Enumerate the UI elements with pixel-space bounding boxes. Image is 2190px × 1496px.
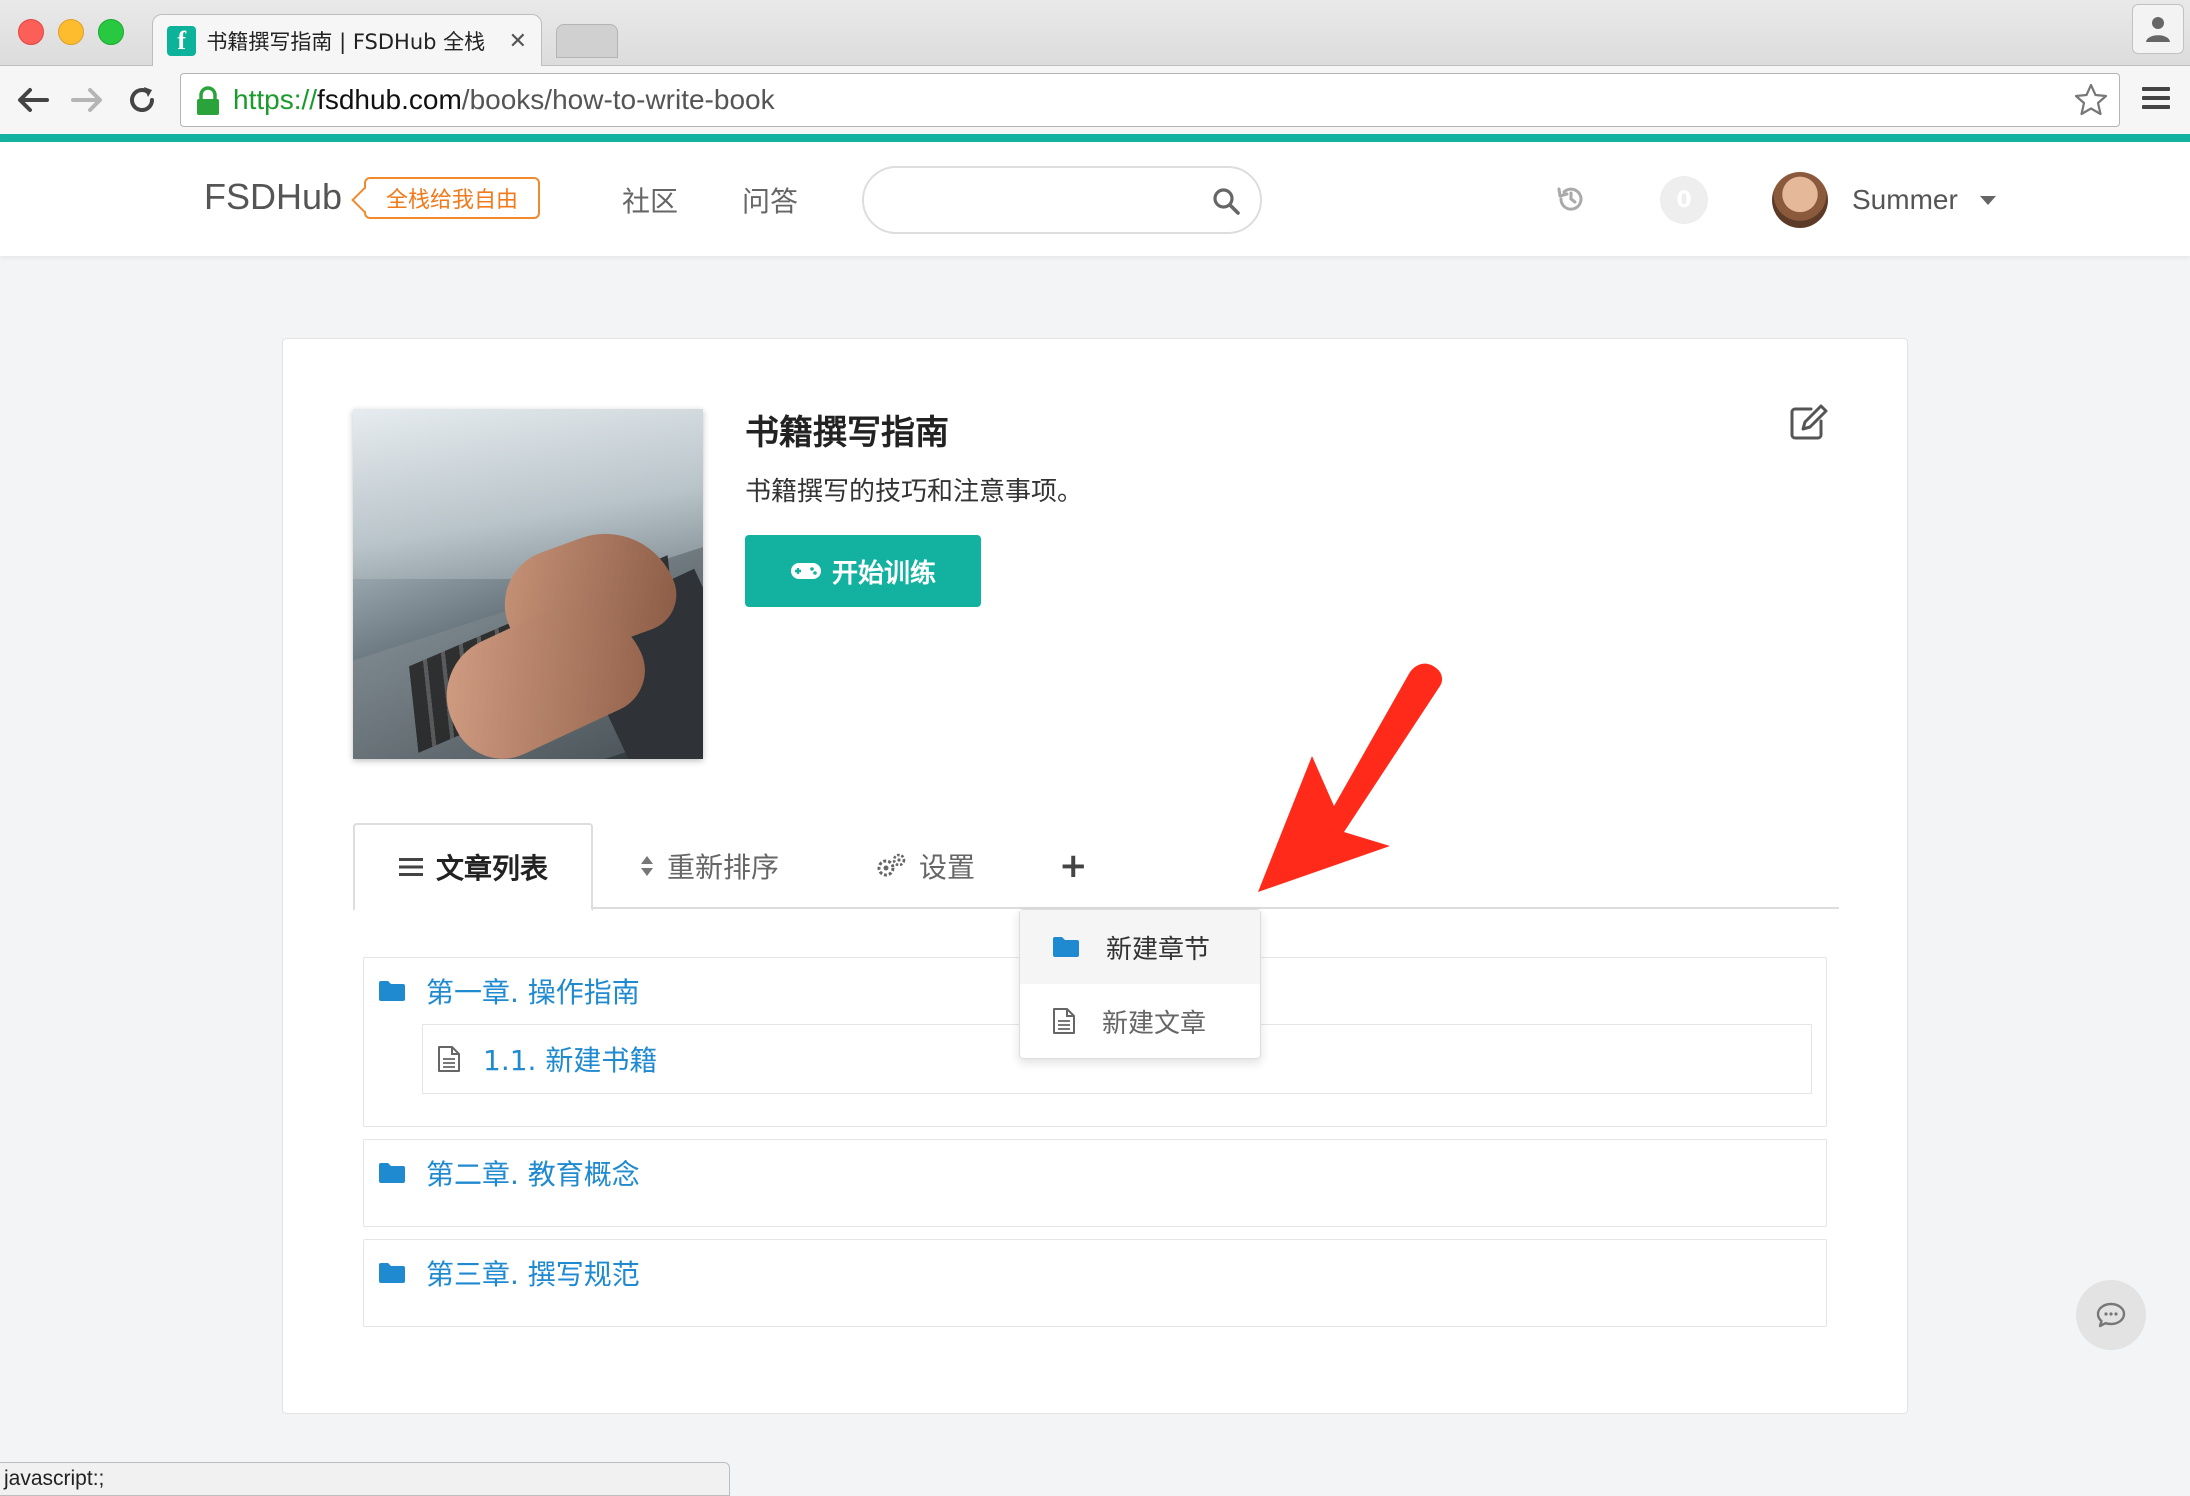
chapter-link[interactable]: 第三章. 撰写规范: [364, 1240, 1826, 1306]
tab-article-list-label: 文章列表: [435, 852, 548, 885]
menu-item-new-chapter[interactable]: 新建章节: [1020, 910, 1260, 984]
sort-icon: [641, 856, 653, 876]
folder-icon: [1053, 937, 1079, 957]
username[interactable]: Summer: [1852, 184, 1958, 216]
browser-toolbar: https://fsdhub.com/books/how-to-write-bo…: [0, 66, 2190, 134]
minimize-window-button[interactable]: [58, 19, 84, 45]
chapter-title: 第二章. 教育概念: [426, 1158, 640, 1191]
tab-settings[interactable]: 设置: [875, 823, 975, 909]
chapter-item: 第三章. 撰写规范: [363, 1239, 1827, 1327]
browser-tab-title: 书籍撰写指南 | FSDHub 全栈: [206, 30, 486, 54]
avatar[interactable]: [1772, 172, 1828, 228]
book-cover-image: [353, 409, 703, 759]
person-icon: [2146, 17, 2170, 42]
nav-community[interactable]: 社区: [622, 180, 678, 220]
search-input[interactable]: [888, 168, 1188, 228]
folder-icon: [379, 1163, 405, 1183]
tab-reorder[interactable]: 重新排序: [639, 823, 779, 909]
folder-icon: [379, 1263, 405, 1283]
favicon-icon: f: [167, 26, 197, 56]
chat-button[interactable]: [2076, 1280, 2146, 1350]
chapter-title: 第一章. 操作指南: [426, 976, 640, 1009]
reload-icon: [130, 87, 154, 112]
history-icon[interactable]: [1556, 184, 1586, 214]
site-header: FSDHub 全栈给我自由 社区 问答 0 Summer: [0, 142, 2190, 256]
browser-profile-button[interactable]: [2132, 4, 2184, 54]
browser-tab-active[interactable]: f 书籍撰写指南 | FSDHub 全栈 ✕: [152, 14, 542, 67]
browser-status-bar: javascript:;: [0, 1462, 730, 1496]
browser-titlebar: f 书籍撰写指南 | FSDHub 全栈 ✕: [0, 0, 2190, 67]
user-menu-caret-icon[interactable]: [1980, 196, 1996, 205]
arrow-left-icon: [18, 88, 49, 112]
new-tab-button[interactable]: [556, 24, 618, 58]
chapter-link[interactable]: 第二章. 教育概念: [364, 1140, 1826, 1206]
tab-reorder-label: 重新排序: [667, 851, 780, 884]
list-icon: [398, 858, 423, 876]
tab-article-list[interactable]: 文章列表: [353, 823, 593, 911]
article-title: 1.1. 新建书籍: [483, 1044, 658, 1077]
add-menu-button[interactable]: +: [1059, 823, 1088, 909]
book-tabs: 文章列表 重新排序 设置 +: [353, 823, 1839, 911]
nav-qa[interactable]: 问答: [742, 180, 798, 220]
start-training-label: 开始训练: [831, 558, 936, 589]
close-window-button[interactable]: [18, 19, 44, 45]
tab-close-icon[interactable]: ✕: [509, 29, 527, 54]
address-bar[interactable]: https://fsdhub.com/books/how-to-write-bo…: [180, 73, 2120, 127]
menu-item-new-article[interactable]: 新建文章: [1020, 984, 1260, 1058]
annotation-arrow: [1258, 663, 1443, 892]
arrow-right-icon: [71, 88, 102, 112]
document-icon: [438, 1046, 460, 1072]
add-dropdown-menu: 新建章节 新建文章: [1019, 909, 1261, 1059]
star-icon[interactable]: [2073, 82, 2109, 118]
lock-icon: [197, 86, 219, 115]
hamburger-icon: [2142, 87, 2170, 109]
gamepad-icon: [790, 563, 821, 579]
start-training-button[interactable]: 开始训练: [745, 535, 981, 607]
gears-icon: [877, 853, 906, 877]
accent-divider: [0, 134, 2190, 142]
book-description: 书籍撰写的技巧和注意事项。: [745, 477, 1084, 507]
book-card: 书籍撰写指南 书籍撰写的技巧和注意事项。 开始训练 文章列表 重新排序 设置 +…: [282, 338, 1908, 1414]
search-icon[interactable]: [1212, 187, 1240, 215]
document-icon: [1053, 1008, 1075, 1034]
menu-item-new-article-label: 新建文章: [1102, 1008, 1207, 1039]
browser-menu-button[interactable]: [2140, 84, 2172, 116]
slogan-badge: 全栈给我自由: [364, 177, 541, 219]
book-title: 书籍撰写指南: [745, 413, 949, 453]
maximize-window-button[interactable]: [98, 19, 124, 45]
url-path: /books/how-to-write-book: [461, 84, 775, 115]
edit-icon[interactable]: [1789, 403, 1829, 441]
notification-badge[interactable]: 0: [1660, 176, 1708, 224]
chapter-item: 第二章. 教育概念: [363, 1139, 1827, 1227]
url-scheme: https://: [233, 84, 318, 115]
search-box: [862, 166, 1262, 234]
chapter-title: 第三章. 撰写规范: [426, 1258, 640, 1291]
menu-item-new-chapter-label: 新建章节: [1106, 934, 1211, 965]
site-logo[interactable]: FSDHub: [204, 176, 342, 218]
chat-icon: [2096, 1302, 2126, 1328]
folder-icon: [379, 981, 405, 1001]
forward-button[interactable]: [68, 80, 108, 120]
back-button[interactable]: [12, 80, 52, 120]
tab-settings-label: 设置: [919, 851, 976, 884]
url-host: fsdhub.com: [317, 84, 462, 115]
reload-button[interactable]: [122, 80, 162, 120]
